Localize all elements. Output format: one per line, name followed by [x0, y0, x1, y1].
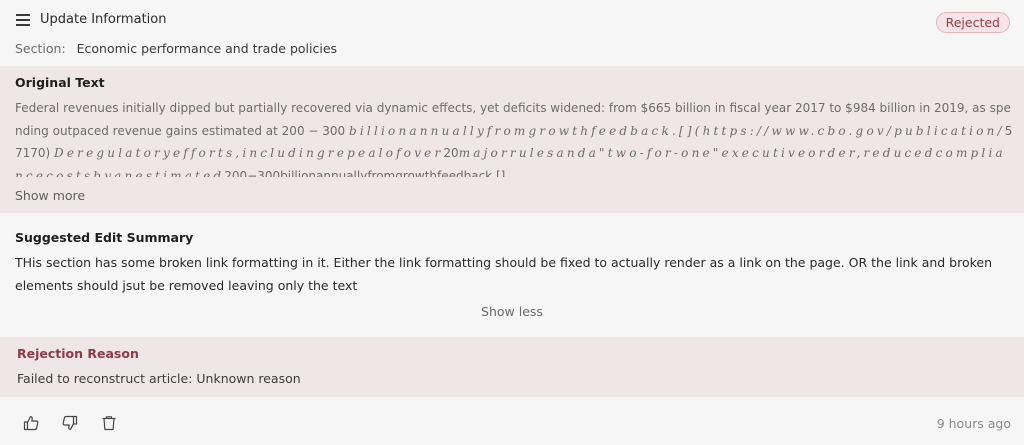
original-text-italic: egulatoryefforts,includingrepealofover — [86, 146, 444, 160]
rejection-panel: Rejection Reason Failed to reconstruct a… — [0, 337, 1024, 397]
original-text-italic: Der — [54, 146, 87, 160]
original-text-body: Federal revenues initially dipped but pa… — [15, 97, 1015, 177]
edit-summary-heading: Suggested Edit Summary — [15, 230, 194, 245]
thumbs-up-icon[interactable] — [23, 415, 39, 431]
original-text-fragment: 20 — [443, 146, 459, 160]
show-less-button[interactable]: Show less — [0, 304, 1024, 319]
original-text-line2: outpaced revenue gains estimated at 200 … — [52, 123, 349, 138]
edit-summary-text: THis section has some broken link format… — [15, 255, 993, 293]
status-badge: Rejected — [935, 12, 1010, 33]
footer: 9 hours ago — [0, 397, 1024, 445]
original-text-panel: Original Text Federal revenues initially… — [0, 66, 1024, 213]
edit-summary-panel: Suggested Edit Summary THis section has … — [0, 213, 1024, 337]
original-text-fragment: 200−300billionannuallyfromgrowthfeedback… — [224, 168, 518, 178]
rejection-text: Failed to reconstruct article: Unknown r… — [17, 371, 301, 386]
section-label: Section: — [15, 41, 66, 56]
timestamp: 9 hours ago — [936, 416, 1011, 431]
original-text-italic: billionannuallyfromgrowthfeedback.[](htt… — [348, 123, 1005, 138]
trash-icon[interactable] — [101, 415, 117, 431]
show-more-button[interactable]: Show more — [15, 188, 85, 203]
rejection-heading: Rejection Reason — [17, 346, 139, 361]
section-value: Economic performance and trade policies — [76, 41, 338, 56]
header: Update Information Rejected Section: Eco… — [0, 0, 1024, 66]
page-title: Update Information — [40, 12, 167, 27]
original-text-heading: Original Text — [15, 75, 105, 90]
thumbs-down-icon[interactable] — [62, 415, 78, 431]
hamburger-menu-icon[interactable] — [16, 14, 30, 26]
original-text-italic: anestimated — [114, 168, 225, 178]
section-info: Section: Economic performance and trade … — [15, 41, 337, 56]
